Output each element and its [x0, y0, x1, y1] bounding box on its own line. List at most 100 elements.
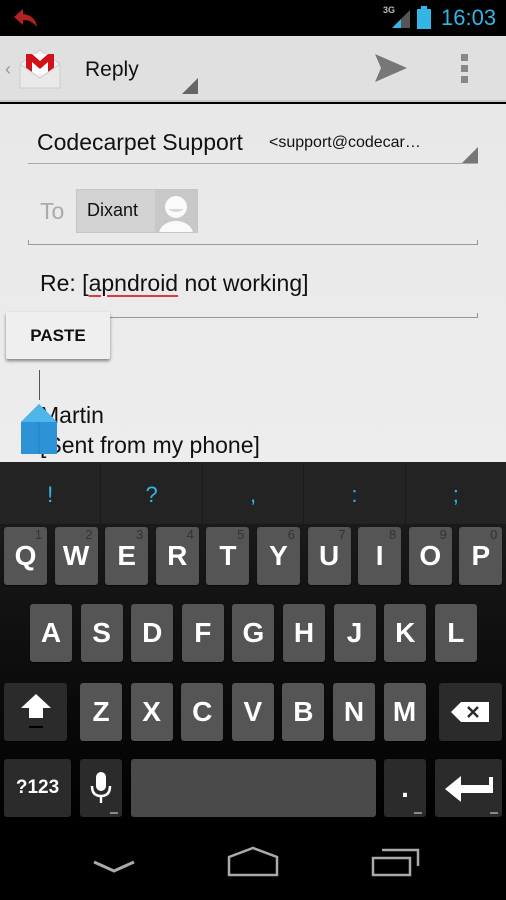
key-i[interactable]: I8 [358, 527, 402, 585]
dropdown-arrow-icon [462, 147, 478, 163]
key-label: L [447, 617, 465, 648]
overflow-menu-icon[interactable] [461, 54, 469, 84]
message-body[interactable]: Martin [Sent from my phone] [40, 400, 260, 460]
suggestion-item[interactable]: : [304, 464, 406, 524]
recipient-chip[interactable]: Dixant [76, 189, 198, 233]
gmail-icon[interactable] [18, 46, 62, 90]
more-options-indicator [110, 812, 118, 814]
key-hint: 4 [186, 527, 194, 542]
clock: 16:03 [441, 5, 497, 30]
key-t[interactable]: T5 [206, 527, 250, 585]
action-bar-title[interactable]: Reply [85, 58, 139, 82]
misspelled-word[interactable]: apndroid [89, 270, 179, 296]
more-options-indicator [490, 812, 498, 814]
key-hint: 3 [135, 527, 144, 542]
key-label: W [62, 540, 90, 571]
symbols-key[interactable]: ?123 [4, 759, 71, 817]
key-hint: 0 [490, 527, 498, 542]
key-v[interactable]: V [231, 683, 274, 741]
key-h[interactable]: H [283, 604, 325, 662]
key-x[interactable]: X [130, 683, 173, 741]
key-hint: 6 [287, 527, 295, 542]
subject-prefix: Re: [ [40, 270, 89, 296]
status-bar: 3G 16:03 [0, 0, 506, 36]
key-o[interactable]: O9 [408, 527, 452, 585]
signal-icon [392, 10, 410, 28]
period-label: . [401, 772, 409, 803]
key-label: I [375, 540, 384, 571]
key-z[interactable]: Z [80, 683, 122, 741]
key-s[interactable]: S [80, 604, 123, 662]
key-r[interactable]: R4 [155, 527, 199, 585]
key-w[interactable]: W2 [54, 527, 98, 585]
from-account-selector[interactable]: Codecarpet Support <support@codecar… [28, 116, 478, 164]
key-u[interactable]: U7 [307, 527, 351, 585]
paste-button[interactable]: PASTE [6, 312, 110, 359]
shift-key[interactable] [4, 683, 67, 741]
to-field[interactable]: To Dixant [28, 182, 478, 245]
suggestion-item[interactable]: ! [0, 464, 102, 524]
key-label: J [346, 617, 363, 648]
key-l[interactable]: L [434, 604, 477, 662]
key-k[interactable]: K [384, 604, 427, 662]
from-name: Codecarpet Support [37, 129, 243, 155]
key-hint: 1 [34, 527, 42, 542]
key-m[interactable]: M [383, 683, 426, 741]
key-label: T [219, 540, 237, 571]
subject-suffix: not working] [178, 270, 309, 296]
key-q[interactable]: Q1 [4, 527, 47, 585]
suggestion-item[interactable]: , [203, 464, 305, 524]
key-hint: 9 [439, 527, 447, 542]
body-line: Martin [40, 402, 104, 428]
android-screen: 3G 16:03 ‹ Reply Codecarpet Support <sup… [0, 0, 506, 900]
suggestion-item[interactable]: ; [406, 464, 506, 524]
key-a[interactable]: A [30, 604, 72, 662]
key-label: O [419, 540, 442, 571]
key-label: Z [92, 696, 110, 727]
key-label: U [318, 540, 340, 571]
back-chevron-icon[interactable] [92, 846, 136, 886]
key-j[interactable]: J [333, 604, 376, 662]
up-caret-icon[interactable]: ‹ [5, 59, 11, 80]
contact-avatar-icon [155, 190, 197, 232]
key-n[interactable]: N [333, 683, 375, 741]
text-selection-handle-icon[interactable] [21, 404, 57, 458]
subject-field[interactable]: Re: [apndroid not working] [28, 254, 478, 318]
key-label: N [343, 696, 365, 727]
period-key[interactable]: . [384, 759, 426, 817]
key-p[interactable]: P0 [459, 527, 503, 585]
key-f[interactable]: F [181, 604, 224, 662]
home-icon[interactable] [227, 846, 279, 886]
navigation-bar [0, 826, 506, 900]
key-hint: 7 [338, 527, 346, 542]
soft-keyboard: ! ? , : ; ?123 . Q 1 W 2 E 3 R 4 T 5 Y 6… [0, 462, 506, 826]
key-label: Q [14, 540, 37, 571]
key-label: H [293, 617, 315, 648]
suggestion-strip: ! ? , : ; [0, 464, 506, 524]
key-label: Y [269, 540, 288, 571]
key-d[interactable]: D [131, 604, 174, 662]
key-hint: 8 [388, 527, 397, 542]
more-options-indicator [414, 812, 422, 814]
send-icon[interactable] [373, 52, 407, 84]
recipient-name: Dixant [87, 200, 139, 220]
voice-input-key[interactable] [80, 759, 122, 817]
text-cursor [39, 370, 40, 400]
key-b[interactable]: B [282, 683, 325, 741]
key-label: S [92, 617, 111, 648]
spinner-arrow-icon[interactable] [182, 78, 198, 94]
delete-key[interactable] [439, 683, 502, 741]
key-hint: 2 [85, 527, 93, 542]
space-key[interactable] [131, 759, 376, 817]
key-e[interactable]: E3 [105, 527, 149, 585]
key-c[interactable]: C [181, 683, 224, 741]
key-label: K [395, 617, 416, 648]
subject-text: Re: [apndroid not working] [40, 270, 309, 297]
enter-key[interactable] [435, 759, 502, 817]
suggestion-item[interactable]: ? [101, 464, 203, 524]
recent-apps-icon[interactable] [371, 846, 421, 886]
battery-icon [417, 6, 431, 29]
key-g[interactable]: G [232, 604, 275, 662]
key-y[interactable]: Y6 [257, 527, 300, 585]
key-label: P [471, 540, 491, 571]
